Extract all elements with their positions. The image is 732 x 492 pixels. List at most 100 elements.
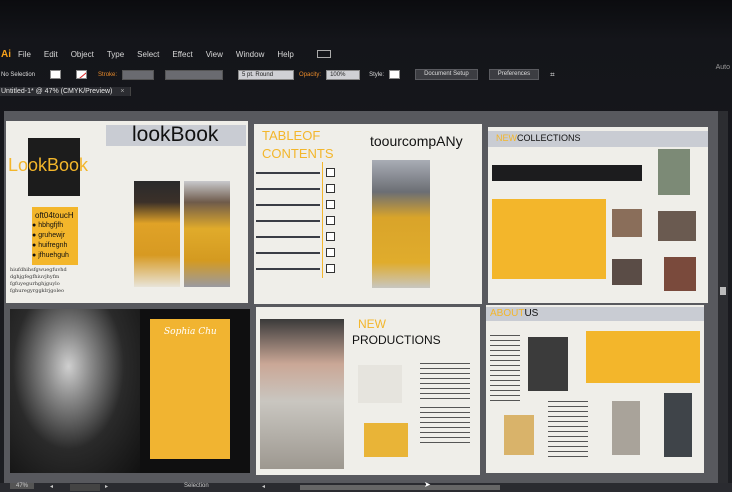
artboard-lookbook[interactable]: lookBook LookBook oft04toucH ● hbhgfjfh … (6, 121, 248, 303)
fill-swatch[interactable] (50, 70, 62, 79)
collection-photo (612, 209, 642, 237)
workspace-switcher-icon[interactable] (316, 50, 331, 58)
cursor-icon: ➤ (424, 480, 431, 489)
prev-artboard-icon[interactable]: ◂ (50, 483, 53, 490)
collections-label: COLLECTIONS (517, 133, 581, 143)
stroke-label[interactable]: Stroke: (98, 72, 117, 78)
style-swatch[interactable] (389, 70, 401, 79)
photo-woman-sunglasses (372, 160, 430, 288)
preferences-button[interactable]: Preferences (488, 69, 540, 80)
toc-row (256, 252, 320, 254)
photo-woman-yellow-dress (184, 181, 230, 287)
menu-effect[interactable]: Effect (172, 50, 192, 59)
productions-new: NEW (358, 317, 386, 331)
bullet-item: ● hbhgfjfh (32, 222, 64, 229)
stroke-swatch[interactable] (76, 70, 88, 79)
productions-title: PRODUCTIONS (352, 333, 441, 347)
toc-row (256, 172, 320, 174)
artboard-new-productions[interactable]: NEW PRODUCTIONS (256, 307, 480, 475)
toc-checkbox (326, 232, 335, 241)
collections-new: NEW (496, 133, 517, 143)
body-line: hiufdhihsfgwuegfuvhd (10, 267, 67, 273)
zoom-field[interactable]: 47% (10, 483, 35, 489)
toc-row (256, 204, 320, 206)
signature-panel: Sophia Chu (150, 319, 230, 459)
photo-portrait-bw (10, 309, 140, 473)
collections-heading: NEWCOLLECTIONS (496, 133, 581, 143)
photo-man-yellow-jacket (134, 181, 180, 287)
menu-bar: Ai File Edit Object Type Select Effect V… (0, 44, 732, 64)
toc-row (256, 188, 320, 190)
stroke-weight-field[interactable] (122, 69, 155, 80)
artboard-new-collections[interactable]: NEWCOLLECTIONS (488, 127, 708, 303)
next-artboard-icon[interactable]: ▸ (105, 483, 108, 490)
document-tab[interactable]: Untitled-1* @ 47% (CMYK/Preview) × (0, 86, 132, 96)
menu-view[interactable]: View (206, 50, 223, 59)
collections-text-block (492, 199, 606, 279)
toc-checkbox (326, 200, 335, 209)
menu-window[interactable]: Window (236, 50, 264, 59)
artboard-nav-field[interactable] (70, 484, 100, 491)
opacity-label[interactable]: Opacity: (299, 72, 321, 78)
vertical-scrollbar[interactable] (718, 111, 728, 483)
control-bar: No Selection Stroke: 5 pt. Round Opacity… (0, 66, 732, 83)
status-bar: 47% ◂ ▸ Selection ◂ ➤ (0, 480, 732, 492)
menu-type[interactable]: Type (107, 50, 124, 59)
collection-photo (664, 257, 696, 291)
collection-photo (658, 211, 696, 241)
production-photo (358, 365, 402, 403)
bullet-item: ● huifregnh (32, 242, 68, 249)
bullet-item: ● gruhewjr (32, 232, 66, 239)
toc-divider (322, 162, 323, 278)
toc-title-line2: CONTENTS (262, 146, 334, 161)
arrange-icon[interactable]: ⌗ (550, 70, 555, 80)
document-tab-title: Untitled-1* @ 47% (CMYK/Preview) (1, 87, 113, 95)
about-text-block (586, 331, 700, 383)
toc-checkbox (326, 264, 335, 273)
document-setup-button[interactable]: Document Setup (415, 69, 478, 80)
signature: Sophia Chu (164, 327, 217, 337)
about-text (548, 401, 588, 461)
menu-help[interactable]: Help (277, 50, 293, 59)
body-line: fgfuyegurhghjguylo (10, 281, 60, 287)
about-photo (664, 393, 692, 457)
toc-row (256, 220, 320, 222)
variable-width-field[interactable] (165, 69, 224, 80)
company-title: toourcompANy (370, 133, 463, 149)
scroll-left-icon[interactable]: ◂ (262, 483, 265, 490)
vertical-scroll-thumb[interactable] (720, 287, 726, 295)
menu-select[interactable]: Select (137, 50, 159, 59)
lookbook-logo: LookBook (8, 155, 89, 175)
lookbook-title: lookBook (132, 123, 219, 146)
artboard-portrait[interactable]: Sophia Chu (10, 309, 250, 473)
artboard-about[interactable]: ABOUTUS (486, 305, 704, 473)
about-heading: ABOUTUS (490, 308, 538, 319)
monitor-screen: Ai File Edit Object Type Select Effect V… (0, 0, 732, 492)
close-icon[interactable]: × (120, 88, 124, 95)
selection-label: No Selection (1, 71, 36, 78)
eyes-banner (492, 165, 642, 181)
body-line: fghuregyrggklrjgoleo (10, 288, 65, 294)
brush-field[interactable]: 5 pt. Round (238, 69, 295, 80)
list-heading: oft04toucH (35, 211, 74, 220)
production-photo (364, 423, 408, 457)
current-tool-label: Selection (184, 483, 209, 489)
production-text (420, 363, 470, 403)
toc-row (256, 268, 320, 270)
style-label: Style: (369, 71, 385, 78)
opacity-field[interactable]: 100% (326, 69, 361, 80)
menu-object[interactable]: Object (71, 50, 94, 59)
toc-checkbox (326, 216, 335, 225)
toc-checkbox (326, 168, 335, 177)
artboard-contents[interactable]: TABLEOF CONTENTS toourcompANy (254, 124, 482, 304)
menu-edit[interactable]: Edit (44, 50, 58, 59)
toc-row (256, 236, 320, 238)
menu-file[interactable]: File (18, 50, 31, 59)
production-text (420, 407, 470, 447)
artboard-canvas[interactable]: lookBook LookBook oft04toucH ● hbhgfjfh … (4, 111, 718, 483)
toc-checkbox (326, 184, 335, 193)
horizontal-scroll-thumb[interactable] (300, 485, 500, 490)
toc-checkbox (326, 248, 335, 257)
app-logo: Ai (1, 48, 11, 60)
about-photo (504, 415, 534, 455)
